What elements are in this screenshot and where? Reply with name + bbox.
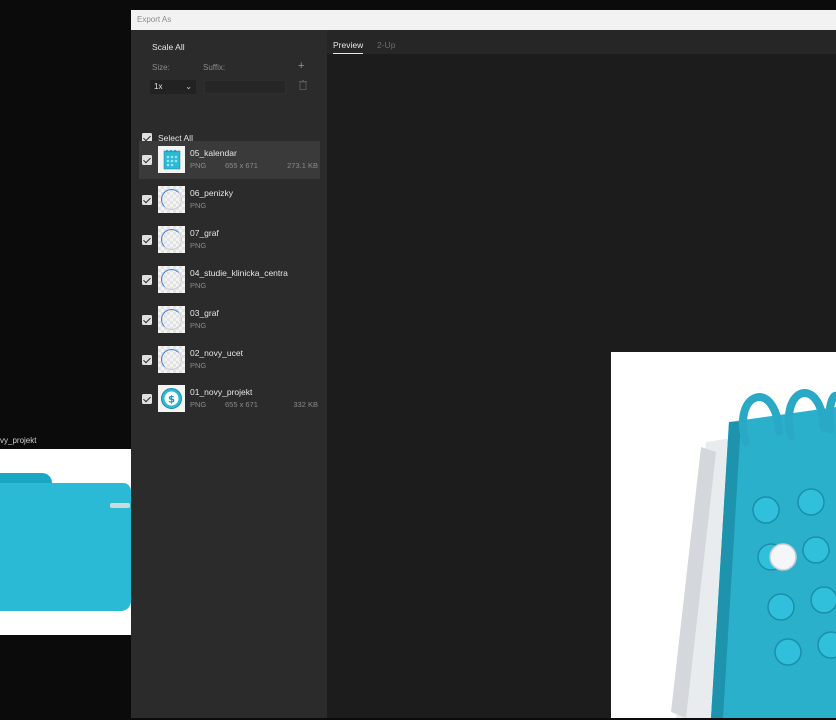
asset-dimensions: 655 x 671	[225, 161, 258, 170]
asset-list-item[interactable]: 05_kalendar PNG 655 x 671 273.1 KB	[139, 141, 320, 179]
asset-format: PNG	[190, 321, 207, 330]
asset-thumbnail: $	[158, 385, 185, 412]
asset-thumbnail	[158, 186, 185, 213]
dialog-titlebar[interactable]: Export As	[131, 10, 836, 30]
artboard-folder	[0, 449, 131, 635]
asset-thumbnail	[158, 306, 185, 333]
suffix-label: Suffix:	[203, 63, 226, 72]
asset-name: 03_graf	[190, 308, 219, 318]
asset-list-item[interactable]: 07_graf PNG	[139, 221, 320, 259]
scale-select-value: 1x	[154, 82, 163, 91]
loading-icon	[161, 269, 182, 290]
calendar-icon	[611, 352, 836, 718]
asset-checkbox[interactable]	[142, 315, 152, 325]
chevron-down-icon: ⌄	[185, 82, 192, 91]
assets-sidebar: Scale All Size: Suffix: + 1x ⌄ Select Al…	[131, 30, 327, 718]
asset-format: PNG	[190, 241, 207, 250]
loading-icon	[161, 349, 182, 370]
loading-icon	[161, 309, 182, 330]
asset-thumbnail	[158, 346, 185, 373]
loading-icon	[161, 229, 182, 250]
asset-list-item[interactable]: $ 01_novy_projekt PNG 655 x 671 332 KB	[139, 380, 320, 418]
asset-dimensions: 655 x 671	[225, 400, 258, 409]
scale-all-heading: Scale All	[152, 42, 185, 52]
asset-file-size: 273.1 KB	[287, 161, 318, 170]
asset-name: 07_graf	[190, 228, 219, 238]
asset-name: 06_penizky	[190, 188, 234, 198]
asset-format: PNG	[190, 201, 207, 210]
asset-format: PNG	[190, 161, 207, 170]
asset-thumbnail	[158, 226, 185, 253]
asset-format: PNG	[190, 361, 207, 370]
preview-tabs: Preview 2-Up	[327, 30, 836, 54]
asset-format: PNG	[190, 281, 207, 290]
asset-name: 04_studie_klinicka_centra	[190, 268, 288, 278]
svg-text:$: $	[168, 395, 175, 406]
asset-list-item[interactable]: 02_novy_ucet PNG	[139, 341, 320, 379]
asset-checkbox[interactable]	[142, 195, 152, 205]
suffix-input[interactable]	[204, 80, 286, 94]
tab-preview[interactable]: Preview	[333, 40, 364, 54]
asset-checkbox[interactable]	[142, 235, 152, 245]
loading-icon	[161, 189, 182, 210]
asset-thumbnail	[158, 146, 185, 173]
tab-2-up[interactable]: 2-Up	[377, 40, 395, 50]
asset-file-size: 332 KB	[293, 400, 318, 409]
calendar-icon	[158, 146, 185, 173]
asset-name: 02_novy_ucet	[190, 348, 243, 358]
asset-format: PNG	[190, 400, 207, 409]
asset-name: 01_novy_projekt	[190, 387, 253, 397]
asset-list-item[interactable]: 04_studie_klinicka_centra PNG	[139, 261, 320, 299]
asset-list-item[interactable]: 06_penizky PNG	[139, 181, 320, 219]
add-scale-button[interactable]: +	[298, 60, 304, 72]
dollar-coin-icon: $	[158, 385, 185, 412]
artboard-label: vy_projekt	[0, 436, 37, 445]
asset-name: 05_kalendar	[190, 148, 237, 158]
asset-checkbox[interactable]	[142, 355, 152, 365]
asset-checkbox[interactable]	[142, 394, 152, 404]
preview-image	[611, 352, 836, 718]
asset-checkbox[interactable]	[142, 155, 152, 165]
asset-list-item[interactable]: 03_graf PNG	[139, 301, 320, 339]
trash-icon[interactable]	[299, 80, 307, 90]
size-label: Size:	[152, 63, 170, 72]
asset-checkbox[interactable]	[142, 275, 152, 285]
asset-thumbnail	[158, 266, 185, 293]
folder-clip-shape	[110, 503, 130, 508]
dialog-title: Export As	[137, 15, 172, 24]
scale-select[interactable]: 1x ⌄	[150, 80, 196, 94]
export-as-dialog: Export As Scale All Size: Suffix: + 1x ⌄…	[131, 10, 836, 718]
